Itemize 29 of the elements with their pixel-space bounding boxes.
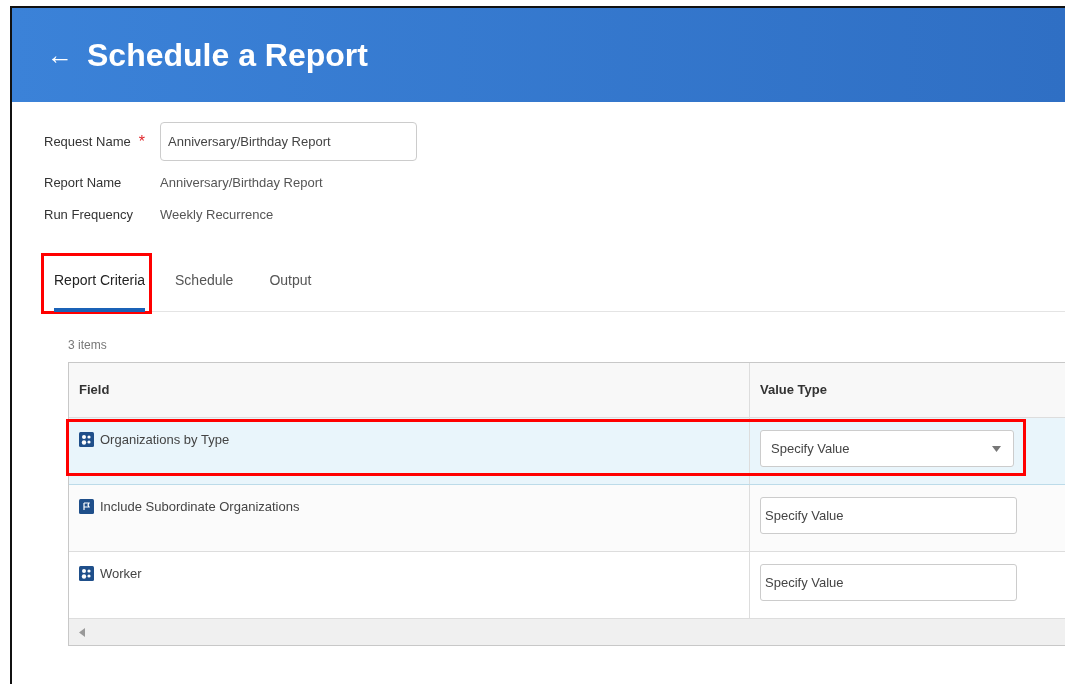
scroll-left-icon[interactable] xyxy=(79,627,85,637)
caret-icon xyxy=(992,445,1001,452)
required-icon: * xyxy=(138,129,145,154)
table-row[interactable]: Include Subordinate Organizations Specify Value xyxy=(69,485,1065,552)
back-button[interactable]: ← xyxy=(47,42,73,68)
field-value: Weekly Recurrence xyxy=(160,205,275,224)
group-icon xyxy=(79,566,94,582)
column-header: Value Type xyxy=(749,363,1065,417)
value-dropdown[interactable]: Specify Value xyxy=(760,430,1014,467)
field-name: Worker xyxy=(100,565,142,583)
value-input[interactable]: Specify Value xyxy=(760,564,1017,601)
field-label: Run Frequency xyxy=(44,205,133,224)
table-row[interactable]: Organizations by Type Specify Value xyxy=(69,418,1065,485)
page-title: Schedule a Report xyxy=(87,35,368,75)
field-label: Report Name xyxy=(44,174,122,192)
tab[interactable]: Report Criteria xyxy=(44,256,150,311)
item-count: 3 items xyxy=(68,337,108,354)
tab[interactable]: Schedule xyxy=(165,256,244,311)
table-row[interactable]: Worker Specify Value xyxy=(69,552,1065,619)
tab[interactable]: Output xyxy=(259,256,322,311)
column-header: Field xyxy=(78,381,111,400)
field-name: Organizations by Type xyxy=(100,431,230,449)
field-value: Anniversary/Birthday Report xyxy=(160,174,324,192)
flag-icon xyxy=(79,499,94,515)
input-field[interactable]: Anniversary/Birthday Report xyxy=(160,122,417,161)
value-input[interactable]: Specify Value xyxy=(760,497,1017,534)
field-name: Include Subordinate Organizations xyxy=(100,498,300,516)
group-icon xyxy=(79,432,94,448)
field-label: Request Name xyxy=(44,132,131,151)
